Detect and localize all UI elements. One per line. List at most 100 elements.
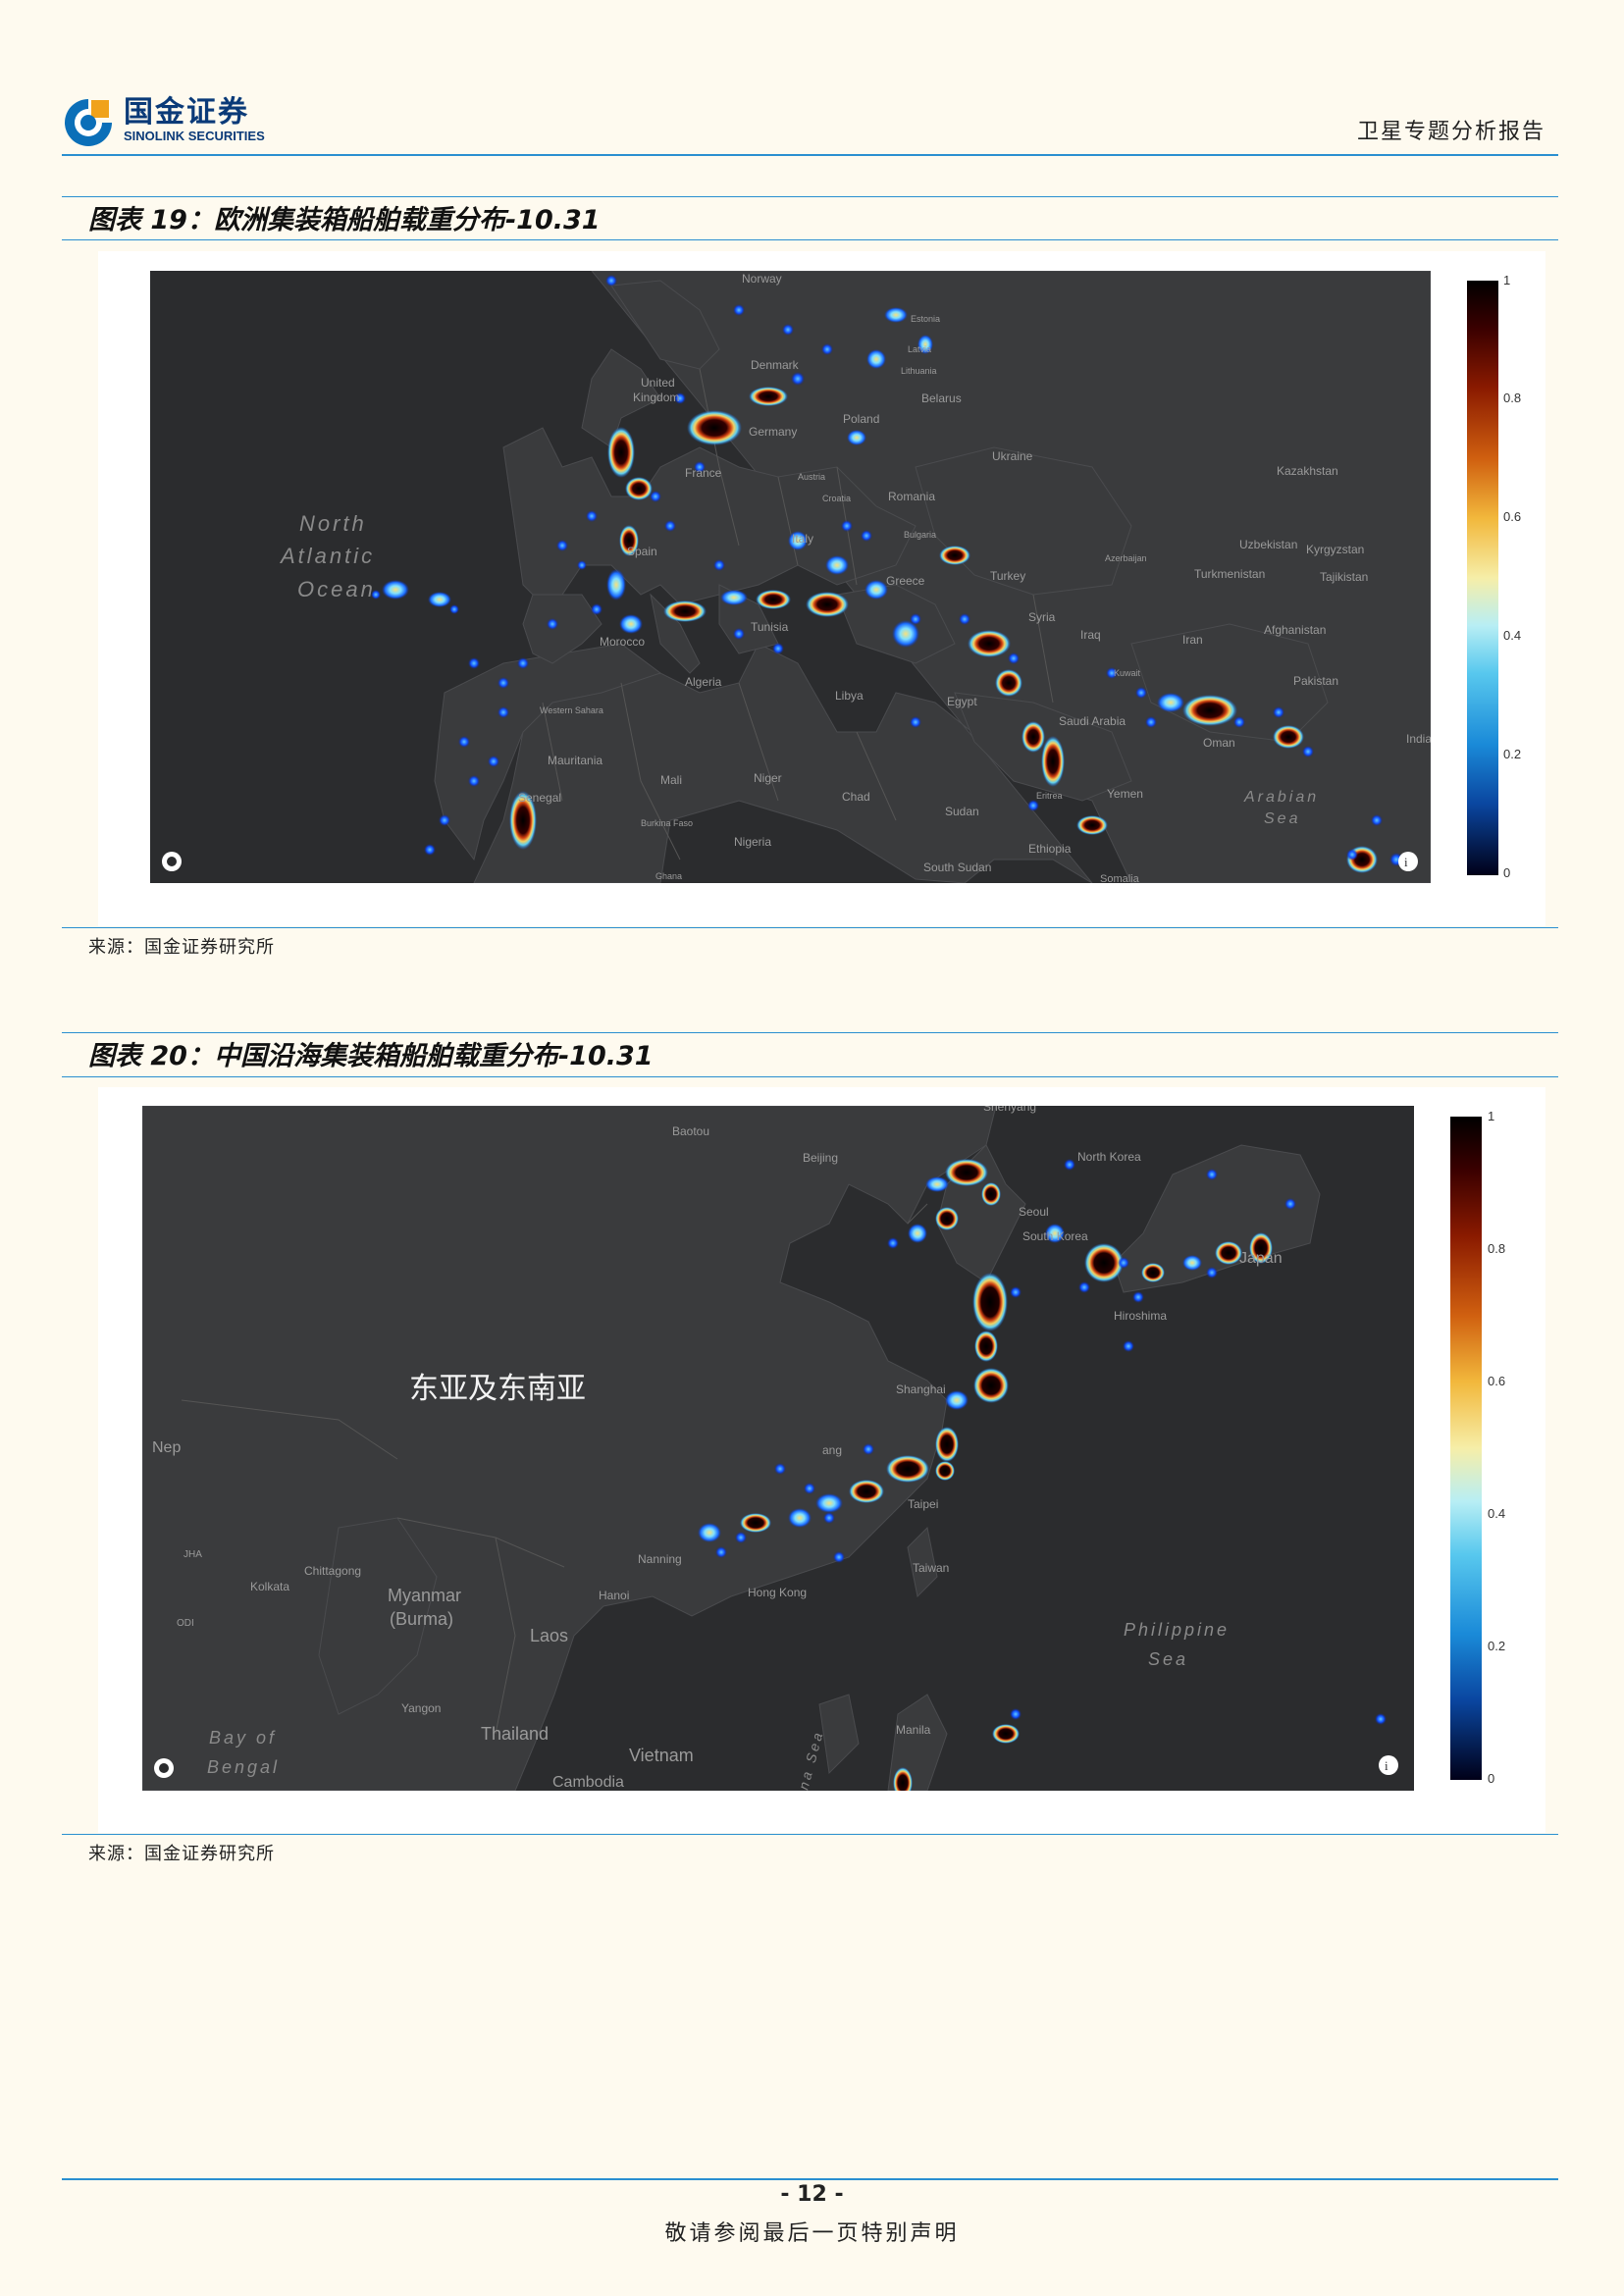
map-label: Hiroshima <box>1114 1309 1167 1323</box>
colorbar-gradient <box>1467 281 1498 875</box>
sea-label: Bengal <box>207 1757 280 1777</box>
map-label: Laos <box>530 1626 568 1645</box>
map-label: North Korea <box>1077 1150 1141 1164</box>
colorbar-tick: 0.8 <box>1488 1241 1506 1256</box>
map-label: Norway <box>742 272 782 286</box>
map-label: Shenyang <box>983 1106 1036 1114</box>
map-label: Greece <box>886 574 925 588</box>
map-label: Croatia <box>822 494 851 503</box>
map-label: Nep <box>152 1439 181 1456</box>
map-label: Myanmar <box>388 1586 461 1605</box>
figure-20-source: 来源：国金证券研究所 <box>88 1844 275 1864</box>
map-label: ODI <box>177 1618 194 1629</box>
sea-label: Ocean <box>297 577 376 601</box>
map-label: Italy <box>792 532 813 546</box>
map-label: Thailand <box>481 1724 549 1744</box>
map-label: Turkey <box>990 569 1025 583</box>
map-label: Syria <box>1028 610 1056 624</box>
colorbar-gradient <box>1450 1117 1482 1780</box>
map-label: (Burma) <box>390 1609 453 1629</box>
map-label: Kazakhstan <box>1277 464 1338 478</box>
sea-label: Philippine <box>1124 1620 1230 1640</box>
map-label: Mali <box>660 773 682 787</box>
map-label: Burkina Faso <box>641 818 693 828</box>
map-label: Poland <box>843 412 879 426</box>
map-label: Denmark <box>751 358 800 372</box>
map-label: Hanoi <box>599 1589 629 1602</box>
map-label: Shanghai <box>896 1383 946 1396</box>
colorbar-tick: 1 <box>1488 1109 1495 1123</box>
map-label: Nigeria <box>734 835 771 849</box>
map-label: Saudi Arabia <box>1059 714 1126 728</box>
info-icon: i <box>1398 852 1418 871</box>
mapbox-logo-icon <box>162 852 182 871</box>
colorbar-tick: 0.6 <box>1503 509 1522 524</box>
colorbar-tick: 0.2 <box>1503 747 1522 761</box>
map-label: Iran <box>1182 633 1203 647</box>
map-label: Nanning <box>638 1552 682 1566</box>
map-label: Japan <box>1239 1250 1283 1267</box>
colorbar-tick: 0.4 <box>1488 1506 1506 1521</box>
map-label: Eritrea <box>1036 791 1063 801</box>
footer-rule <box>62 2178 1558 2180</box>
logo-chinese-name: 国金证券 <box>124 95 249 130</box>
map-label: South Sudan <box>923 861 991 874</box>
sea-label: Arabian <box>1243 789 1319 806</box>
map-label: Western Sahara <box>540 705 603 715</box>
map-label: Ukraine <box>992 449 1033 463</box>
sea-label: North <box>299 511 367 536</box>
colorbar-tick: 0.4 <box>1503 628 1522 643</box>
map-label: Algeria <box>685 675 722 689</box>
disclaimer: 敬请参阅最后一页特别声明 <box>664 2221 960 2246</box>
map-label: Vietnam <box>629 1746 694 1765</box>
logo-english-name: SINOLINK SECURITIES <box>124 129 265 143</box>
map-label: Libya <box>835 689 864 703</box>
map-label: Ghana <box>655 871 682 881</box>
map-label: Kyrgyzstan <box>1306 543 1364 556</box>
figure-19-source: 来源：国金证券研究所 <box>88 937 275 958</box>
figure-19-top-rule <box>62 196 1558 197</box>
svg-text:i: i <box>1404 855 1408 869</box>
map-label: Yemen <box>1107 787 1143 801</box>
sea-label: Bay of <box>209 1728 277 1748</box>
map-label: Belarus <box>921 391 962 405</box>
map-label: Senegal <box>518 791 561 805</box>
report-title: 卫星专题分析报告 <box>1356 120 1545 144</box>
map-label: ang <box>822 1443 842 1457</box>
info-icon: i <box>1379 1755 1398 1775</box>
colorbar-tick: 0.6 <box>1488 1374 1506 1388</box>
map-label: India <box>1406 732 1431 746</box>
map-label: Afghanistan <box>1264 623 1326 637</box>
map-label: Germany <box>749 425 797 439</box>
map-label: Beijing <box>803 1151 838 1165</box>
colorbar-tick: 0 <box>1488 1771 1495 1786</box>
company-logo: 国金证券 SINOLINK SECURITIES <box>61 90 296 151</box>
map-label: Cambodia <box>552 1774 624 1791</box>
sinolink-logo-icon <box>65 97 114 146</box>
header-rule <box>62 154 1558 156</box>
figure-20-colorbar <box>1450 1117 1482 1780</box>
map-label: Sudan <box>945 805 979 818</box>
sea-label: na Sea <box>795 1728 826 1791</box>
colorbar-tick: 1 <box>1503 273 1511 287</box>
europe-heatmap: Norway Estonia Latvia Denmark Lithuania … <box>150 271 1431 883</box>
map-label: Kuwait <box>1114 668 1141 678</box>
sea-label: Sea <box>1264 810 1300 827</box>
map-label: Tunisia <box>751 620 789 634</box>
map-label: Ethiopia <box>1028 842 1072 856</box>
map-label: Uzbekistan <box>1239 538 1297 551</box>
colorbar-tick: 0.8 <box>1503 391 1522 405</box>
map-label: Bulgaria <box>904 530 936 540</box>
map-label: Hong Kong <box>748 1586 807 1599</box>
map-label: Taipei <box>908 1497 938 1511</box>
figure-19-title: 图表 19：欧洲集装箱船舶载重分布-10.31 <box>88 205 601 235</box>
figure-19-panel: Norway Estonia Latvia Denmark Lithuania … <box>98 251 1545 926</box>
europe-map-svg: Norway Estonia Latvia Denmark Lithuania … <box>162 271 1431 883</box>
map-label: Baotou <box>672 1124 709 1138</box>
figure-20-title-rule <box>62 1076 1558 1077</box>
map-label: Estonia <box>911 314 940 324</box>
figure-20-top-rule <box>62 1032 1558 1033</box>
map-label: Seoul <box>1019 1205 1049 1219</box>
map-label: Lithuania <box>901 366 937 376</box>
sea-label: Atlantic <box>279 544 375 568</box>
